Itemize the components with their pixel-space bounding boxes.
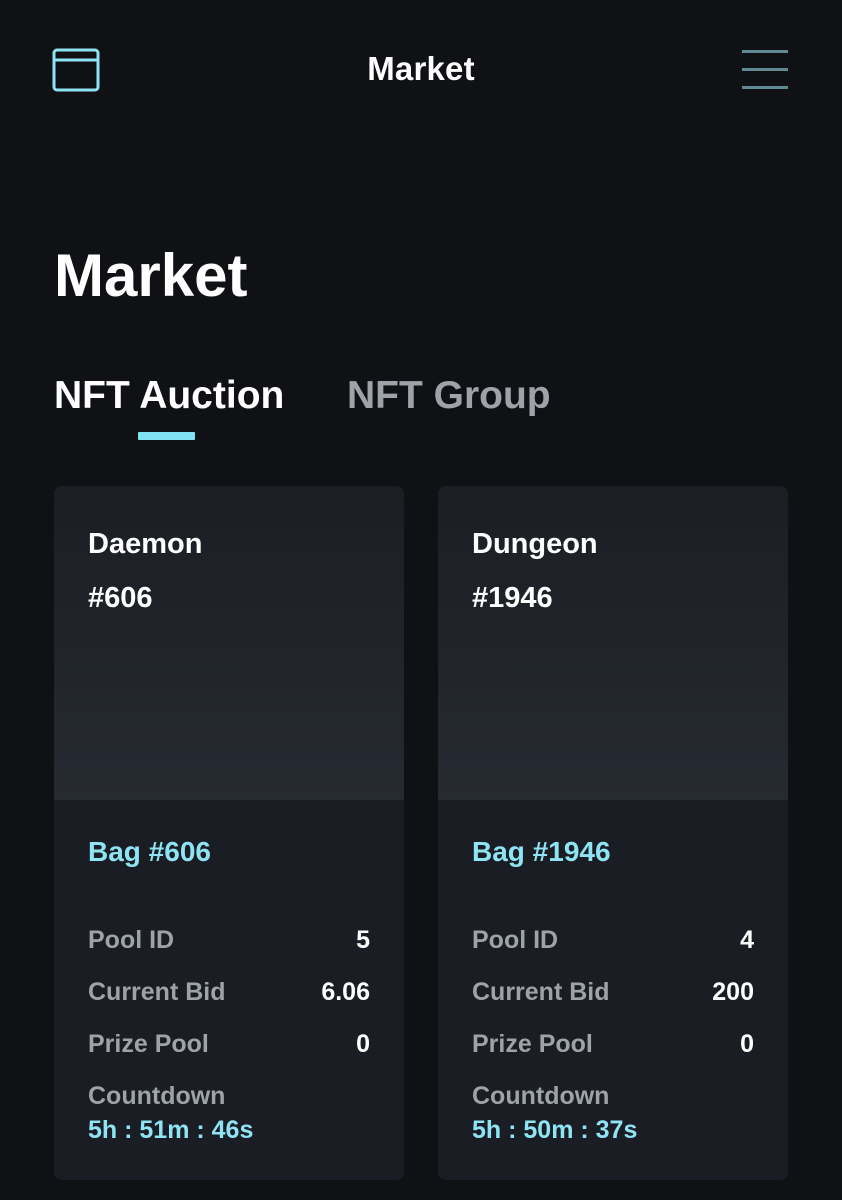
active-tab-indicator <box>138 432 195 440</box>
pool-id-value: 4 <box>740 926 754 954</box>
auction-card-dungeon[interactable]: Dungeon #1946 Bag #1946 Pool ID 4 Curren… <box>438 486 788 1180</box>
current-bid-label: Current Bid <box>88 978 226 1006</box>
pool-id-value: 5 <box>356 926 370 954</box>
countdown-value: 5h : 51m : 46s <box>88 1116 254 1144</box>
countdown-value: 5h : 50m : 37s <box>472 1116 638 1144</box>
card-number: #1946 <box>472 582 553 614</box>
prize-pool-value: 0 <box>740 1030 754 1058</box>
countdown-label: Countdown <box>472 1082 610 1110</box>
current-bid-row: Current Bid 200 <box>472 978 754 1012</box>
header-title: Market <box>367 50 475 87</box>
bag-link[interactable]: Bag #1946 <box>472 836 611 868</box>
prize-pool-row: Prize Pool 0 <box>88 1030 370 1064</box>
current-bid-label: Current Bid <box>472 978 610 1006</box>
auction-card-daemon[interactable]: Daemon #606 Bag #606 Pool ID 5 Current B… <box>54 486 404 1180</box>
prize-pool-label: Prize Pool <box>88 1030 209 1058</box>
top-bar: Market <box>0 0 842 140</box>
tab-nft-group[interactable]: NFT Group <box>347 374 551 418</box>
card-image-area: Daemon #606 <box>54 486 404 800</box>
card-details: Bag #606 Pool ID 5 Current Bid 6.06 Priz… <box>54 800 404 1180</box>
bag-link[interactable]: Bag #606 <box>88 836 211 868</box>
pool-id-row: Pool ID 4 <box>472 926 754 960</box>
current-bid-value: 200 <box>712 978 754 1006</box>
card-details: Bag #1946 Pool ID 4 Current Bid 200 Priz… <box>438 800 788 1180</box>
pool-id-row: Pool ID 5 <box>88 926 370 960</box>
card-number: #606 <box>88 582 153 614</box>
prize-pool-value: 0 <box>356 1030 370 1058</box>
card-name: Dungeon <box>472 528 598 560</box>
card-name: Daemon <box>88 528 203 560</box>
card-image-area: Dungeon #1946 <box>438 486 788 800</box>
current-bid-row: Current Bid 6.06 <box>88 978 370 1012</box>
prize-pool-label: Prize Pool <box>472 1030 593 1058</box>
page-title: Market <box>54 242 248 309</box>
tab-bar: NFT Auction NFT Group <box>54 374 754 444</box>
pool-id-label: Pool ID <box>88 926 175 954</box>
tab-nft-auction[interactable]: NFT Auction <box>54 374 284 418</box>
countdown-label: Countdown <box>88 1082 226 1110</box>
prize-pool-row: Prize Pool 0 <box>472 1030 754 1064</box>
current-bid-value: 6.06 <box>321 978 370 1006</box>
menu-icon[interactable] <box>740 48 790 92</box>
pool-id-label: Pool ID <box>472 926 559 954</box>
